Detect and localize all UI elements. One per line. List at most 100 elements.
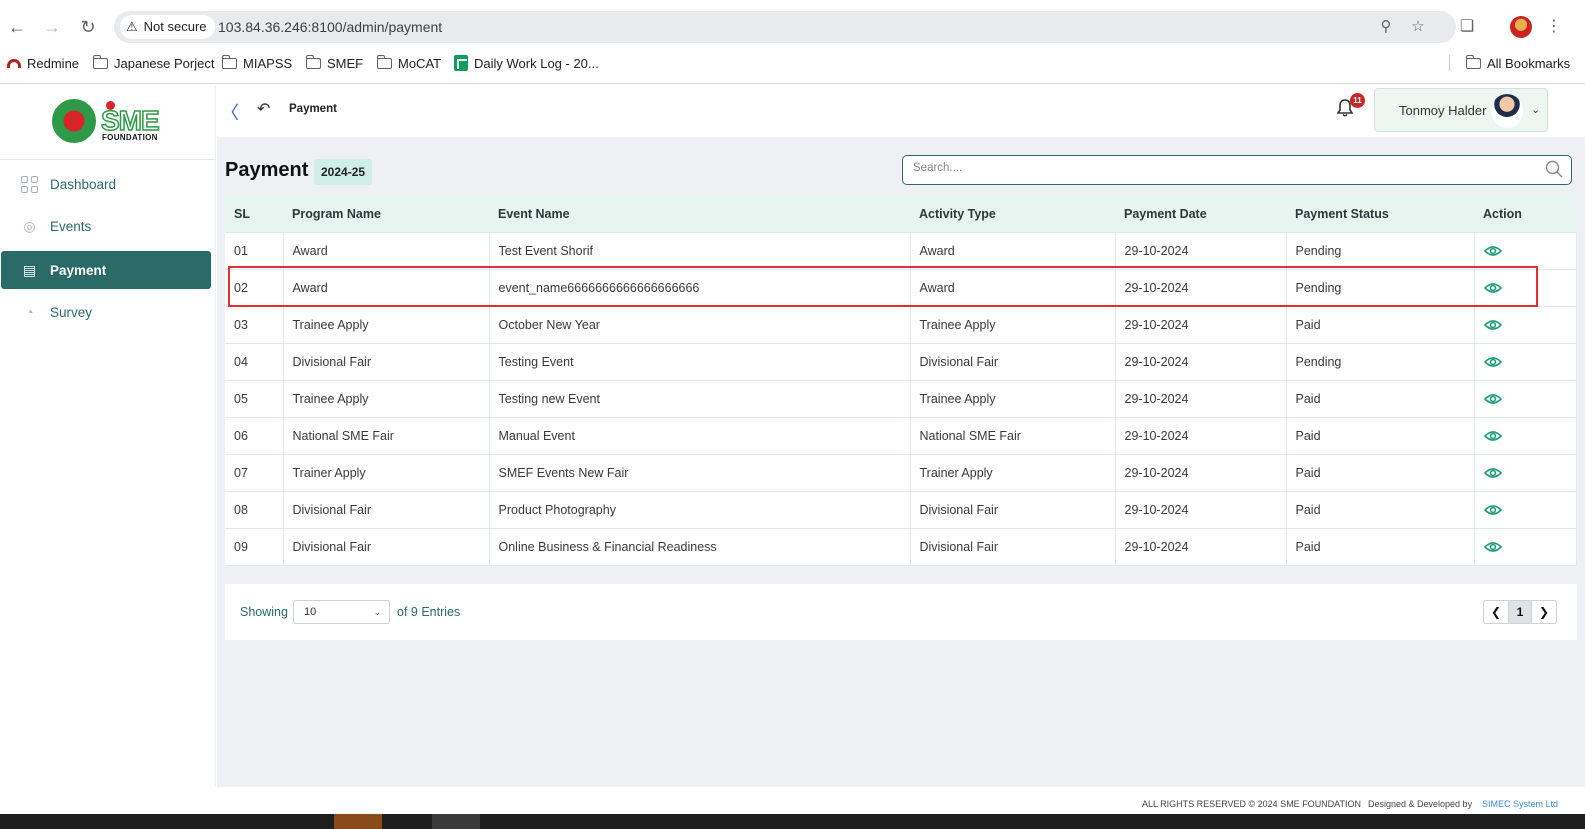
kebab-menu-icon[interactable]: ⋮ bbox=[1543, 16, 1565, 38]
bookmarks-bar: Redmine Japanese Porject MIAPSS SMEF MoC… bbox=[0, 52, 1585, 74]
sidebar-item-label: Events bbox=[50, 218, 92, 234]
reload-icon[interactable]: ↻ bbox=[77, 16, 99, 38]
cell-sl: 07 bbox=[225, 453, 284, 492]
folder-icon bbox=[376, 54, 392, 69]
column-header: Activity Type bbox=[910, 196, 1115, 232]
bookmark-mocat[interactable]: MoCAT bbox=[376, 52, 442, 74]
eye-icon[interactable] bbox=[1483, 467, 1502, 479]
cell-event: Product Photography bbox=[488, 490, 911, 529]
folder-icon bbox=[305, 54, 321, 69]
column-header: Event Name bbox=[489, 196, 910, 232]
eye-icon[interactable] bbox=[1483, 541, 1502, 553]
zoom-icon[interactable]: ⚲ bbox=[1376, 17, 1396, 37]
cell-event: event_name6666666666666666666 bbox=[488, 268, 911, 307]
table-row: 01 Award Test Event Shorif Award 29-10-2024 P… bbox=[225, 231, 1577, 270]
cell-status: Paid bbox=[1285, 453, 1475, 492]
bookmarks-divider bbox=[1449, 55, 1450, 71]
cell-program: Award bbox=[282, 231, 490, 270]
back-arrow-icon[interactable]: ← bbox=[6, 16, 28, 38]
address-bar[interactable]: ⚠ Not secure 103.84.36.246:8100/admin/pa… bbox=[114, 11, 1456, 43]
folder-icon bbox=[92, 54, 108, 69]
extensions-icon[interactable]: ❏ bbox=[1456, 16, 1478, 38]
taskbar-app[interactable] bbox=[432, 814, 480, 829]
eye-icon[interactable] bbox=[1483, 356, 1502, 368]
cell-sl: 08 bbox=[225, 490, 284, 529]
notification-badge: 11 bbox=[1350, 93, 1365, 108]
page-number-button[interactable]: 1 bbox=[1508, 601, 1532, 623]
cell-date: 29-10-2024 bbox=[1114, 453, 1287, 492]
cell-sl: 04 bbox=[225, 342, 284, 381]
cell-event: Online Business & Financial Readiness bbox=[488, 527, 911, 566]
cell-status: Paid bbox=[1285, 527, 1475, 566]
cell-status: Paid bbox=[1285, 379, 1475, 418]
bookmark-label: Daily Work Log - 20... bbox=[474, 55, 599, 71]
developer-link[interactable]: SIMEC System Ltd bbox=[1482, 799, 1558, 809]
eye-icon[interactable] bbox=[1483, 393, 1502, 405]
page-size-select[interactable]: 10 ⌄ bbox=[293, 600, 390, 624]
security-chip[interactable]: ⚠ Not secure bbox=[120, 15, 215, 39]
star-icon[interactable]: ☆ bbox=[1408, 17, 1428, 37]
sidebar-item-events[interactable]: ◎ Events bbox=[1, 207, 211, 245]
logo[interactable]: SME FOUNDATION bbox=[0, 85, 216, 160]
table-row: 02 Award event_name6666666666666666666 Awar… bbox=[225, 268, 1577, 307]
bookmark-daily-work-log[interactable]: Daily Work Log - 20... bbox=[454, 52, 599, 74]
cell-action bbox=[1473, 379, 1577, 418]
page-size-value: 10 bbox=[304, 606, 317, 618]
cell-activity: Trainee Apply bbox=[909, 379, 1116, 418]
cell-date: 29-10-2024 bbox=[1114, 342, 1287, 381]
eye-icon[interactable] bbox=[1483, 319, 1502, 331]
all-bookmarks[interactable]: All Bookmarks bbox=[1465, 52, 1570, 74]
footer: ALL RIGHTS RESERVED © 2024 SME FOUNDATIO… bbox=[217, 792, 1585, 814]
cell-event: Test Event Shorif bbox=[488, 231, 911, 270]
user-menu[interactable]: Tonmoy Halder ⌄ bbox=[1374, 88, 1548, 132]
top-header: 〈 ↶ Payment 11 Tonmoy Halder ⌄ bbox=[217, 85, 1585, 137]
eye-icon[interactable] bbox=[1483, 282, 1502, 294]
forward-arrow-icon[interactable]: → bbox=[41, 16, 63, 38]
main-content: 〈 ↶ Payment 11 Tonmoy Halder ⌄ Payment 2… bbox=[217, 85, 1585, 814]
prev-page-button[interactable]: ❮ bbox=[1484, 601, 1508, 623]
cell-program: Divisional Fair bbox=[282, 342, 490, 381]
column-header: Action bbox=[1474, 196, 1577, 232]
eye-icon[interactable] bbox=[1483, 504, 1502, 516]
cell-status: Pending bbox=[1285, 268, 1475, 307]
bookmark-smef[interactable]: SMEF bbox=[305, 52, 363, 74]
taskbar-app[interactable] bbox=[334, 814, 382, 829]
profile-avatar-icon[interactable] bbox=[1510, 16, 1532, 38]
search-input[interactable] bbox=[913, 162, 1533, 174]
cell-sl: 06 bbox=[225, 416, 284, 455]
undo-back-icon[interactable]: ↶ bbox=[257, 99, 270, 119]
bookmark-japanese-porject[interactable]: Japanese Porject bbox=[92, 52, 214, 74]
url-text[interactable]: 103.84.36.246:8100/admin/payment bbox=[218, 11, 442, 43]
cell-date: 29-10-2024 bbox=[1114, 527, 1287, 566]
column-header: Payment Date bbox=[1115, 196, 1286, 232]
folder-icon bbox=[1465, 54, 1481, 69]
search-icon[interactable] bbox=[1545, 160, 1563, 178]
cell-action bbox=[1473, 453, 1577, 492]
chevron-down-icon: ⌄ bbox=[1531, 104, 1541, 116]
cell-program: Award bbox=[282, 268, 490, 307]
payment-table: SL Program Name Event Name Activity Type… bbox=[225, 196, 1577, 566]
page-nav: ❮ 1 ❯ bbox=[1483, 600, 1557, 624]
sidebar-item-payment[interactable]: ▤ Payment bbox=[1, 251, 211, 289]
cell-action bbox=[1473, 490, 1577, 529]
collapse-sidebar-icon[interactable]: 〈 bbox=[221, 99, 239, 125]
table-row: 03 Trainee Apply October New Year Trainee A… bbox=[225, 305, 1577, 344]
sidebar-item-survey[interactable]: ◔ Survey bbox=[1, 293, 211, 331]
bookmark-label: MoCAT bbox=[398, 55, 442, 71]
eye-icon[interactable] bbox=[1483, 245, 1502, 257]
next-page-button[interactable]: ❯ bbox=[1532, 601, 1556, 623]
cell-action bbox=[1473, 305, 1577, 344]
search-box[interactable] bbox=[902, 155, 1572, 185]
bookmark-redmine[interactable]: Redmine bbox=[7, 52, 79, 74]
cell-program: Trainer Apply bbox=[282, 453, 490, 492]
eye-icon[interactable] bbox=[1483, 430, 1502, 442]
sidebar-item-dashboard[interactable]: Dashboard bbox=[1, 165, 211, 203]
cell-status: Pending bbox=[1285, 342, 1475, 381]
chevron-down-icon: ⌄ bbox=[373, 607, 381, 617]
bookmark-miapss[interactable]: MIAPSS bbox=[221, 52, 292, 74]
cell-date: 29-10-2024 bbox=[1114, 416, 1287, 455]
fiscal-year-badge: 2024-25 bbox=[314, 159, 373, 185]
cell-action bbox=[1473, 342, 1577, 381]
cell-date: 29-10-2024 bbox=[1114, 305, 1287, 344]
cell-event: Manual Event bbox=[488, 416, 911, 455]
